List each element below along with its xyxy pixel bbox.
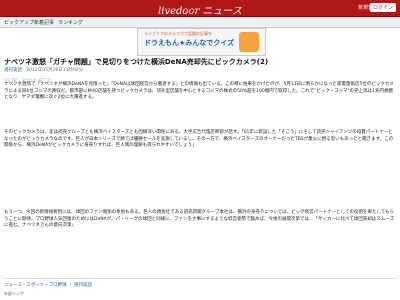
article-date: 2012年05月28日15時00分 [26, 68, 84, 73]
nav-bar: ピックアップ 新着記事 ランキング [0, 17, 400, 28]
article-title: ナベツネ激怒「ガチャ問題」で見切りをつけた横浜DeNA売却先にビックカメラ(2) [4, 58, 269, 66]
article-meta: 週刊実話 2012年05月28日15時00分 [4, 67, 83, 73]
external-links-label[interactable]: 外部リンク [4, 291, 24, 297]
nav-item-pickup[interactable]: ピックアップ [4, 19, 34, 26]
nav-item-ranking[interactable]: ランキング [58, 19, 83, 26]
ad-banner[interactable]: ライブドアのメルマガで話題の記事を ドラえもん★みんなでクイズ [137, 28, 266, 56]
banner-image [239, 32, 259, 52]
article-paragraph: ナベツネ激怒で「ナベツネが横浜DeNAを見限った」「DeNAは球団経営から撤退す… [4, 82, 394, 100]
top-bar: livedoor ニュース 新規登録 ログイン [0, 0, 400, 17]
article-paragraph: そのビックカメラは、実は読売グループとも横浜ベイスターズとも因縁深い関係にある。… [4, 130, 394, 148]
article-tags[interactable]: ニュース・スポーツ・プロ野球 ・ 週刊実話 [4, 282, 92, 288]
share-bar[interactable]: いいね！ ツイート はてブ [4, 77, 396, 82]
site-logo[interactable]: livedoor ニュース [0, 2, 400, 17]
article-paragraph: もう一つ、今回の新情報要因には、球団のファン増加の余地もある。巨人の親会社である… [4, 210, 395, 228]
login-button[interactable]: ログイン [369, 3, 396, 12]
banner-caption: ライブドアのメルマガで話題の記事を [144, 31, 212, 36]
banner-title: ドラえもん★みんなでクイズ [144, 39, 235, 47]
divider [4, 278, 396, 279]
article: ナベツネ激怒「ガチャ問題」で見切りをつけた横浜DeNA売却先にビックカメラ(2)… [4, 57, 396, 228]
article-source[interactable]: 週刊実話 [4, 68, 22, 73]
nav-item-new[interactable]: 新着記事 [34, 19, 54, 26]
